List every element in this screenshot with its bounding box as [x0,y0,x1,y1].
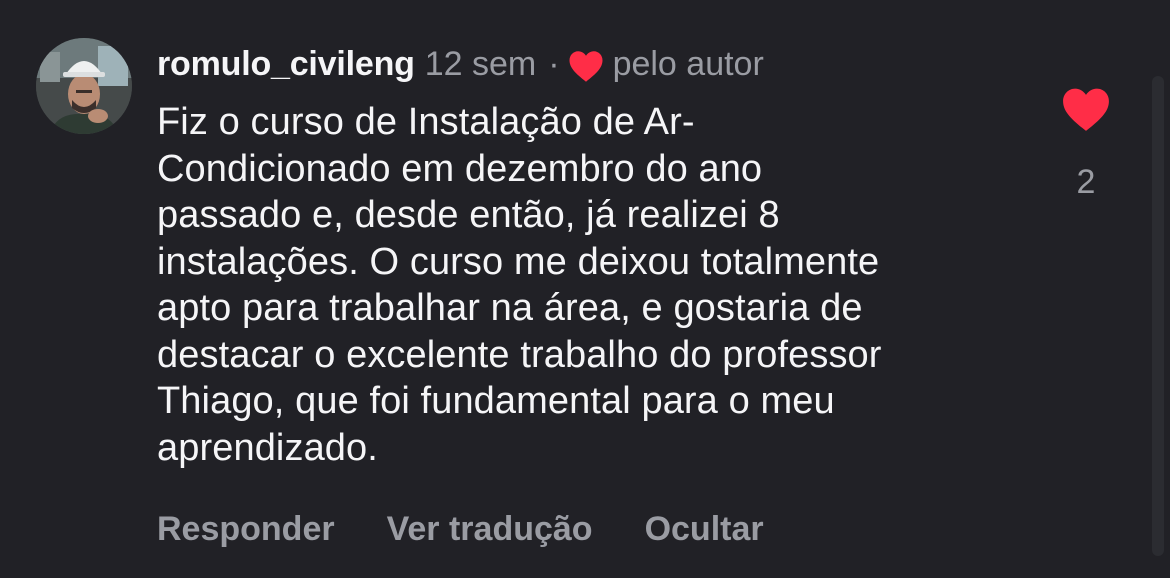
scrollbar[interactable] [1152,76,1164,556]
like-button[interactable] [1061,86,1111,132]
heart-icon [568,49,604,83]
liked-by-author-label: pelo autor [612,45,764,83]
hide-button[interactable]: Ocultar [645,506,764,552]
comment-text: Fiz o curso de Instalação de Ar- Condici… [157,101,882,469]
heart-filled-icon [1063,88,1109,131]
avatar[interactable] [36,38,132,134]
like-count: 2 [1076,163,1096,201]
reply-button[interactable]: Responder [157,506,335,552]
see-translation-button[interactable]: Ver tradução [387,506,593,552]
separator: · [548,45,560,83]
username[interactable]: romulo_civileng [157,41,415,87]
timestamp: 12 sem [424,45,537,83]
avatar-image [36,38,132,134]
comment-header: romulo_civileng 12 sem · pelo autor [157,41,764,87]
comment-actions: Responder Ver tradução Ocultar [157,506,764,552]
